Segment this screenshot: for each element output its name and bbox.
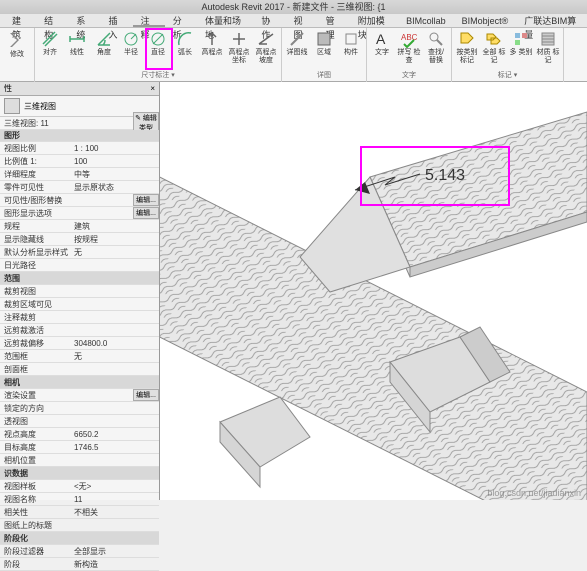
spell-check-button[interactable]: ABC拼写 检查 <box>397 30 421 65</box>
prop-row[interactable]: 远剪裁偏移304800.0 <box>0 337 159 350</box>
ribbon-group-detail: 详图线 区域 构件 详图 <box>282 28 367 82</box>
prop-row[interactable]: 详细程度中等 <box>0 168 159 181</box>
properties-panel: 性× 三维视图 三维视图: 11 ✎ 编辑类型 图形 视图比例1 : 100比例… <box>0 82 160 500</box>
prop-row[interactable]: 相关性不相关 <box>0 506 159 519</box>
prop-row[interactable]: 规程建筑 <box>0 220 159 233</box>
ribbon-group-modify: 修改 <box>0 28 35 82</box>
menu-item[interactable]: 管理 <box>318 14 350 27</box>
prop-row[interactable]: 比例值 1:100 <box>0 155 159 168</box>
highlight-dimension <box>360 146 510 206</box>
prop-row[interactable]: 剖面框 <box>0 363 159 376</box>
material-tag-button[interactable]: 材质 标记 <box>536 30 560 65</box>
ribbon-group-text: A文字 ABC拼写 检查 查找/ 替换 文字 <box>367 28 452 82</box>
watermark: blog.csdn.net/jiadianxin <box>487 488 581 498</box>
workspace: 性× 三维视图 三维视图: 11 ✎ 编辑类型 图形 视图比例1 : 100比例… <box>0 82 587 500</box>
region-button[interactable]: 区域 <box>312 30 336 57</box>
properties-header: 性× <box>0 82 159 96</box>
prop-row[interactable]: 裁剪区域可见 <box>0 298 159 311</box>
prop-row[interactable]: 视点高度6650.2 <box>0 428 159 441</box>
edit-button[interactable]: 编辑... <box>133 207 159 219</box>
title-bar: Autodesk Revit 2017 - 新建文件 - 三维视图: {1 <box>0 0 587 14</box>
prop-row[interactable]: 视图比例1 : 100 <box>0 142 159 155</box>
edit-button[interactable]: 编辑... <box>133 389 159 401</box>
3d-viewport[interactable]: 5.143 <box>160 82 587 500</box>
ribbon: 修改 对齐 线性 角度 半径 直径 弧长 高程点 高程点 坐标 高程点 坡度 尺… <box>0 28 587 82</box>
component-button[interactable]: 构件 <box>339 30 363 57</box>
menu-item[interactable]: 建筑 <box>4 14 36 27</box>
prop-row[interactable]: 阶段新构造 <box>0 558 159 571</box>
prop-row[interactable]: 锁定的方向 <box>0 402 159 415</box>
prop-row[interactable]: 图形显示选项编辑... <box>0 207 159 220</box>
prop-row[interactable]: 透视图 <box>0 415 159 428</box>
menu-item[interactable]: 插入 <box>100 14 132 27</box>
tag-category-button[interactable]: 按类别 标记 <box>455 30 479 65</box>
view3d-icon <box>4 98 20 114</box>
linear-dim-button[interactable]: 线性 <box>65 30 89 65</box>
menu-item[interactable]: 附加模块 <box>350 14 398 27</box>
spot-coord-button[interactable]: 高程点 坐标 <box>227 30 251 65</box>
menu-item[interactable]: 体量和场地 <box>197 14 253 27</box>
menu-item[interactable]: 结构 <box>36 14 68 27</box>
svg-text:ABC: ABC <box>401 33 418 42</box>
prop-row[interactable]: 范围框无 <box>0 350 159 363</box>
arc-length-button[interactable]: 弧长 <box>173 30 197 65</box>
text-button[interactable]: A文字 <box>370 30 394 65</box>
angular-dim-button[interactable]: 角度 <box>92 30 116 65</box>
prop-row[interactable]: 零件可见性显示原状态 <box>0 181 159 194</box>
prop-row[interactable]: 显示隐藏线按规程 <box>0 233 159 246</box>
prop-row[interactable]: 裁剪视图 <box>0 285 159 298</box>
menu-item[interactable]: 广联达BIM算量 <box>516 14 587 27</box>
edit-button[interactable]: 编辑... <box>133 194 159 206</box>
radial-dim-button[interactable]: 半径 <box>119 30 143 65</box>
menu-item[interactable]: 系统 <box>68 14 100 27</box>
aligned-dim-button[interactable]: 对齐 <box>38 30 62 65</box>
tag-all-button[interactable]: 全部 标记 <box>482 30 506 65</box>
menu-item[interactable]: BIMcollab <box>398 14 454 27</box>
modify-button[interactable]: 修改 <box>3 30 31 59</box>
prop-row[interactable]: 默认分析显示样式无 <box>0 246 159 259</box>
prop-row[interactable]: 注释裁剪 <box>0 311 159 324</box>
family-row: 三维视图: 11 ✎ 编辑类型 <box>0 117 159 130</box>
menu-bar: 建筑 结构 系统 插入 注释 分析 体量和场地 协作 视图 管理 附加模块 BI… <box>0 14 587 28</box>
svg-text:A: A <box>376 31 386 47</box>
prop-row[interactable]: 图纸上的标题 <box>0 519 159 532</box>
prop-row[interactable]: 远剪裁激活 <box>0 324 159 337</box>
spot-slope-button[interactable]: 高程点 坡度 <box>254 30 278 65</box>
menu-item[interactable]: BIMobject® <box>454 14 517 27</box>
menu-item[interactable]: 分析 <box>165 14 197 27</box>
prop-row[interactable]: 渲染设置编辑... <box>0 389 159 402</box>
menu-item-annotate[interactable]: 注释 <box>133 14 165 27</box>
close-icon[interactable]: × <box>150 82 155 95</box>
prop-row[interactable]: 可见性/图形替换编辑... <box>0 194 159 207</box>
detail-line-button[interactable]: 详图线 <box>285 30 309 57</box>
highlight-spot-elevation <box>145 28 173 70</box>
prop-row[interactable]: 相机位置 <box>0 454 159 467</box>
find-replace-button[interactable]: 查找/ 替换 <box>424 30 448 65</box>
spot-elevation-button[interactable]: 高程点 <box>200 30 224 65</box>
menu-item[interactable]: 视图 <box>285 14 317 27</box>
prop-row[interactable]: 目标高度1746.5 <box>0 441 159 454</box>
prop-row[interactable]: 日光路径 <box>0 259 159 272</box>
multi-category-button[interactable]: 多 类别 <box>509 30 533 65</box>
menu-item[interactable]: 协作 <box>253 14 285 27</box>
prop-row[interactable]: 视图样板<无> <box>0 480 159 493</box>
ribbon-group-tag: 按类别 标记 全部 标记 多 类别 材质 标记 标记 ▾ <box>452 28 564 82</box>
prop-row[interactable]: 阶段过滤器全部显示 <box>0 545 159 558</box>
